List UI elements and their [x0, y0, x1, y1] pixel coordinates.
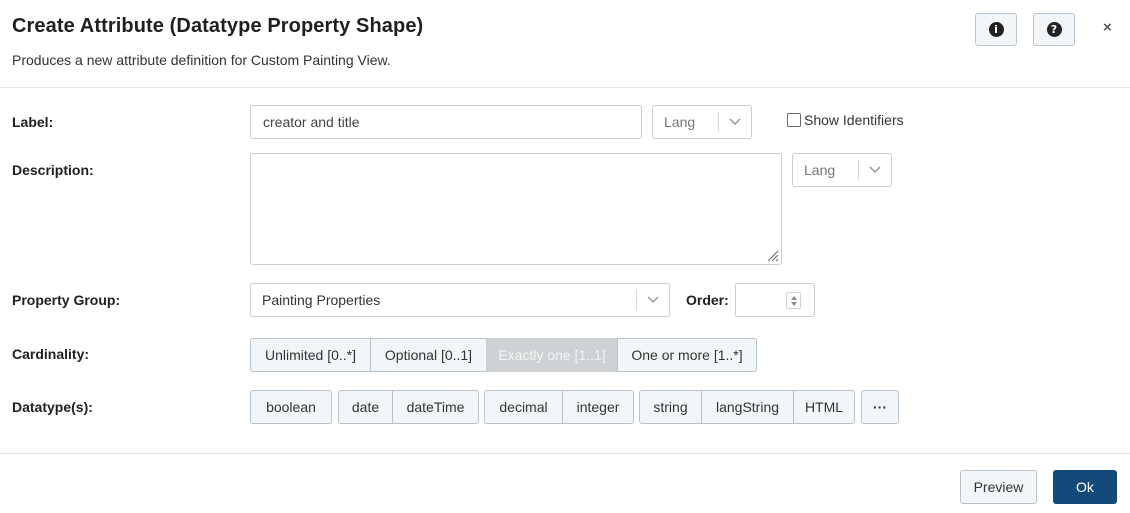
- datatype-html-button[interactable]: HTML: [793, 390, 855, 424]
- property-group-select[interactable]: Painting Properties: [250, 283, 670, 317]
- dialog-header: Create Attribute (Datatype Property Shap…: [0, 0, 1130, 88]
- datatype-date-button[interactable]: date: [338, 390, 393, 424]
- dialog-title: Create Attribute (Datatype Property Shap…: [12, 15, 424, 37]
- description-textarea[interactable]: [250, 153, 782, 265]
- cardinality-optional-button[interactable]: Optional [0..1]: [370, 338, 487, 372]
- label-input[interactable]: creator and title: [250, 105, 642, 139]
- cardinality-exactly-one-button[interactable]: Exactly one [1..1]: [486, 338, 618, 372]
- cardinality-group: Unlimited [0..*] Optional [0..1] Exactly…: [250, 338, 757, 372]
- datatype-group-dates: date dateTime: [338, 390, 479, 424]
- dialog-subtitle: Produces a new attribute definition for …: [12, 52, 391, 68]
- footer-divider: [0, 453, 1130, 454]
- preview-button[interactable]: Preview: [960, 470, 1037, 504]
- datatype-datetime-button[interactable]: dateTime: [392, 390, 479, 424]
- resize-grip-icon[interactable]: [765, 248, 779, 262]
- datatype-group-more: ···: [861, 390, 899, 424]
- info-circle-icon: i: [988, 22, 1004, 37]
- datatype-integer-button[interactable]: integer: [562, 390, 634, 424]
- datatype-group-text: string langString HTML: [639, 390, 855, 424]
- datatype-string-button[interactable]: string: [639, 390, 702, 424]
- description-lang-select[interactable]: Lang: [792, 153, 892, 187]
- cardinality-one-or-more-button[interactable]: One or more [1..*]: [617, 338, 757, 372]
- show-identifiers-label: Show Identifiers: [804, 112, 904, 128]
- datatypes-field-label: Datatype(s):: [12, 399, 93, 415]
- spinner-arrows-icon[interactable]: [786, 292, 801, 309]
- show-identifiers-checkbox[interactable]: [787, 113, 801, 127]
- label-field-label: Label:: [12, 114, 54, 130]
- chevron-down-icon: [637, 296, 669, 304]
- description-lang-placeholder: Lang: [804, 162, 836, 178]
- datatype-group-numbers: decimal integer: [484, 390, 634, 424]
- chevron-down-icon: [719, 118, 751, 126]
- help-button[interactable]: ?: [1033, 13, 1075, 46]
- datatype-group-boolean: boolean: [250, 390, 332, 424]
- datatype-boolean-button[interactable]: boolean: [250, 390, 332, 424]
- description-field-label: Description:: [12, 162, 94, 178]
- ok-button[interactable]: Ok: [1053, 470, 1117, 504]
- chevron-down-icon: [859, 166, 891, 174]
- order-input[interactable]: [735, 283, 815, 317]
- close-icon[interactable]: ×: [1103, 19, 1112, 36]
- cardinality-field-label: Cardinality:: [12, 346, 90, 362]
- arrow-down-icon: [790, 301, 797, 306]
- cardinality-unlimited-button[interactable]: Unlimited [0..*]: [250, 338, 371, 372]
- more-options-button[interactable]: ···: [861, 390, 899, 424]
- label-lang-placeholder: Lang: [664, 114, 696, 130]
- label-lang-select[interactable]: Lang: [652, 105, 752, 139]
- arrow-up-icon: [790, 295, 797, 300]
- order-field-label: Order:: [686, 292, 729, 308]
- property-group-field-label: Property Group:: [12, 292, 121, 308]
- show-identifiers-toggle[interactable]: Show Identifiers: [787, 112, 904, 128]
- datatype-langstring-button[interactable]: langString: [701, 390, 794, 424]
- property-group-value: Painting Properties: [262, 292, 381, 308]
- info-button[interactable]: i: [975, 13, 1017, 46]
- question-circle-icon: ?: [1046, 22, 1062, 37]
- datatype-decimal-button[interactable]: decimal: [484, 390, 563, 424]
